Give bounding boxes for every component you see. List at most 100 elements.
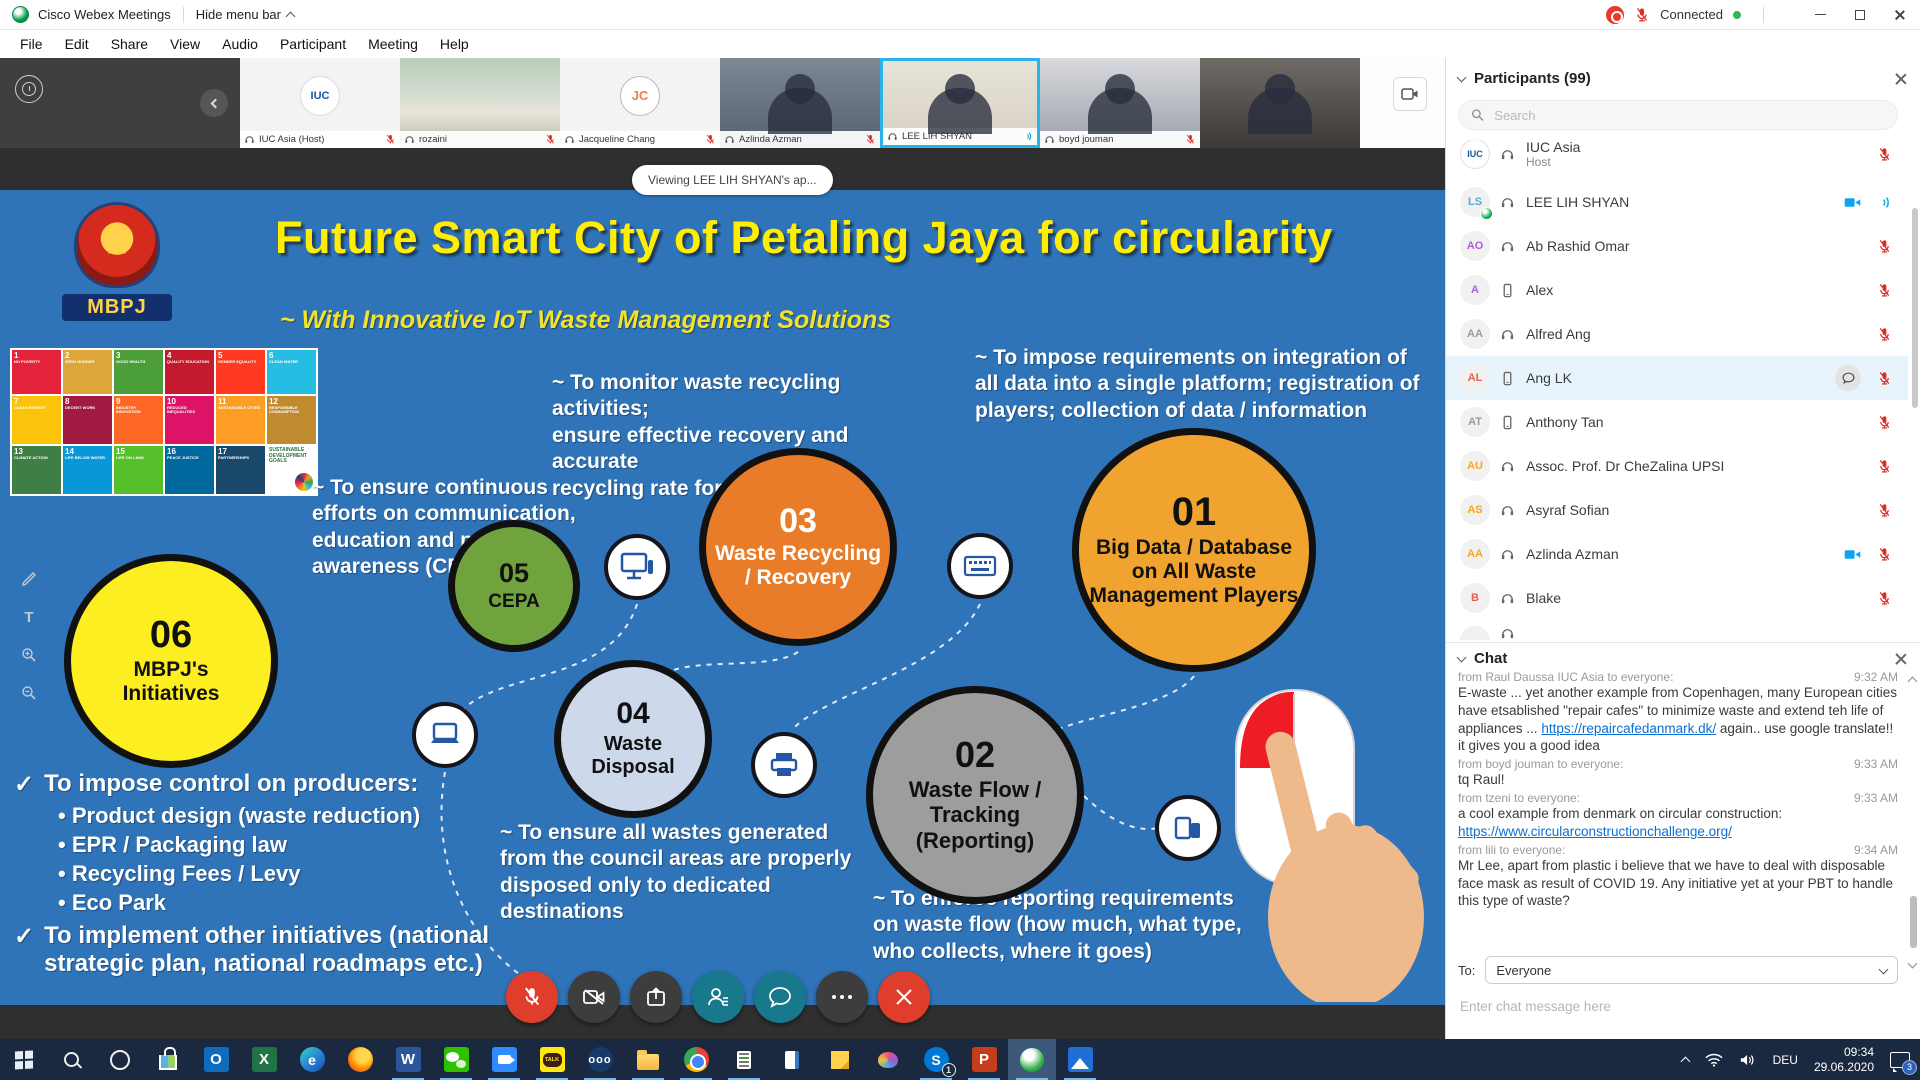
participant-name: Ab Rashid Omar bbox=[1526, 238, 1867, 254]
taskbar-icon-excel[interactable]: X bbox=[240, 1039, 288, 1080]
action-center-button[interactable]: 3 bbox=[1890, 1052, 1910, 1068]
menu-item[interactable]: Audio bbox=[212, 33, 268, 55]
chat-message: from Raul Daussa IUC Asia to everyone:9:… bbox=[1458, 670, 1898, 755]
video-thumbnail[interactable]: Azlinda Azman bbox=[720, 58, 880, 148]
taskbar-clock[interactable]: 09:34 29.06.2020 bbox=[1814, 1045, 1874, 1075]
participants-scrollbar[interactable] bbox=[1912, 208, 1918, 408]
mute-microphone-button[interactable] bbox=[506, 971, 558, 1023]
participant-row[interactable]: A Alex bbox=[1446, 268, 1908, 312]
participant-row[interactable]: AA Alfred Ang bbox=[1446, 312, 1908, 356]
message-link[interactable]: https://repaircafedanmark.dk/ bbox=[1541, 721, 1716, 736]
zoom-in-button[interactable] bbox=[18, 644, 40, 666]
menu-item[interactable]: Participant bbox=[270, 33, 356, 55]
chat-scrollbar[interactable] bbox=[1910, 896, 1917, 948]
participants-button[interactable] bbox=[692, 971, 744, 1023]
text-tool-button[interactable]: T bbox=[18, 606, 40, 628]
chat-scroll-down-button[interactable] bbox=[1909, 956, 1916, 974]
participant-row[interactable]: B Blake bbox=[1446, 576, 1908, 620]
chat-with-participant-button[interactable] bbox=[1835, 365, 1861, 391]
chevron-down-icon[interactable] bbox=[1457, 653, 1467, 663]
menu-item[interactable]: View bbox=[160, 33, 210, 55]
chat-message-input[interactable] bbox=[1458, 998, 1898, 1015]
participant-row[interactable]: AO Ab Rashid Omar bbox=[1446, 224, 1908, 268]
taskbar-icon-search[interactable] bbox=[48, 1039, 96, 1080]
participant-row[interactable]: AS Asyraf Sofian bbox=[1446, 488, 1908, 532]
taskbar-icon-cortana[interactable] bbox=[96, 1039, 144, 1080]
participant-search[interactable] bbox=[1458, 100, 1898, 130]
menu-item[interactable]: Edit bbox=[55, 33, 99, 55]
taskbar-icon-document-app[interactable] bbox=[768, 1039, 816, 1080]
participant-row[interactable]: AT Anthony Tan bbox=[1446, 400, 1908, 444]
taskbar-icon-nextcloud[interactable]: ooo bbox=[576, 1039, 624, 1080]
app-glyph bbox=[878, 1052, 898, 1068]
zoom-out-button[interactable] bbox=[18, 682, 40, 704]
participant-row[interactable]: AU Assoc. Prof. Dr CheZalina UPSI bbox=[1446, 444, 1908, 488]
participant-row[interactable] bbox=[1446, 620, 1908, 640]
menu-item[interactable]: Meeting bbox=[358, 33, 428, 55]
close-button[interactable] bbox=[1880, 0, 1920, 30]
chat-scroll-up-button[interactable] bbox=[1909, 672, 1916, 690]
taskbar-icon-word[interactable]: W bbox=[384, 1039, 432, 1080]
video-thumbnail[interactable]: JC Jacqueline Chang bbox=[560, 58, 720, 148]
menu-item[interactable]: File bbox=[10, 33, 53, 55]
chevron-down-icon bbox=[1879, 964, 1889, 974]
share-content-button[interactable] bbox=[630, 971, 682, 1023]
volume-icon[interactable] bbox=[1739, 1053, 1757, 1067]
participant-name: Ang LK bbox=[1526, 370, 1825, 386]
chat-button[interactable] bbox=[754, 971, 806, 1023]
video-thumbnail[interactable]: rozaini bbox=[400, 58, 560, 148]
app-glyph bbox=[785, 1051, 799, 1069]
taskbar-icon-webex[interactable] bbox=[1008, 1039, 1056, 1080]
taskbar-icon-powerpoint[interactable]: P bbox=[960, 1039, 1008, 1080]
taskbar-icon-start[interactable] bbox=[0, 1039, 48, 1080]
more-options-button[interactable] bbox=[816, 971, 868, 1023]
leave-meeting-button[interactable] bbox=[878, 971, 930, 1023]
participant-row[interactable]: IUC IUC Asia Host bbox=[1446, 140, 1908, 180]
close-chat-button[interactable] bbox=[1894, 652, 1908, 666]
muted-mic-icon bbox=[865, 134, 876, 145]
taskbar-icon-skype[interactable]: S1 bbox=[912, 1039, 960, 1080]
taskbar-icon-store[interactable] bbox=[144, 1039, 192, 1080]
menu-item[interactable]: Share bbox=[101, 33, 158, 55]
meeting-info-button[interactable] bbox=[15, 75, 43, 103]
camera-off-button[interactable] bbox=[568, 971, 620, 1023]
video-thumbnail[interactable] bbox=[1200, 58, 1360, 148]
sdg-tile: 8 Decent work bbox=[63, 396, 112, 444]
taskbar-icon-photos[interactable] bbox=[1056, 1039, 1104, 1080]
wifi-icon[interactable] bbox=[1705, 1053, 1723, 1067]
video-thumbnail[interactable]: LEE LIH SHYAN bbox=[880, 58, 1040, 148]
message-link[interactable]: https://www.circularconstructionchalleng… bbox=[1458, 823, 1898, 841]
participant-row[interactable]: AA Azlinda Azman bbox=[1446, 532, 1908, 576]
video-layout-button[interactable] bbox=[1393, 77, 1427, 111]
menu-item[interactable]: Help bbox=[430, 33, 479, 55]
taskbar-icon-outlook[interactable]: O bbox=[192, 1039, 240, 1080]
taskbar-icon-chrome[interactable] bbox=[672, 1039, 720, 1080]
taskbar-icon-paint[interactable] bbox=[864, 1039, 912, 1080]
minimize-button[interactable] bbox=[1800, 0, 1840, 30]
keyboard-language[interactable]: DEU bbox=[1773, 1053, 1798, 1067]
participant-row[interactable]: AL Ang LK bbox=[1446, 356, 1908, 400]
taskbar-icon-sticky-notes[interactable] bbox=[816, 1039, 864, 1080]
participant-row[interactable]: LS LEE LIH SHYAN bbox=[1446, 180, 1908, 224]
taskbar-icon-wechat[interactable] bbox=[432, 1039, 480, 1080]
taskbar-icon-edge[interactable]: e bbox=[288, 1039, 336, 1080]
annotate-pen-button[interactable] bbox=[18, 568, 40, 590]
recipient-select[interactable]: Everyone bbox=[1485, 956, 1898, 984]
maximize-button[interactable] bbox=[1840, 0, 1880, 30]
close-participants-button[interactable] bbox=[1894, 72, 1908, 86]
taskbar-icon-kakaotalk[interactable]: TALK bbox=[528, 1039, 576, 1080]
muted-mic-icon bbox=[1877, 239, 1892, 254]
taskbar-icon-file-explorer[interactable] bbox=[624, 1039, 672, 1080]
hide-menu-bar-button[interactable]: Hide menu bar bbox=[196, 7, 294, 22]
video-thumbnail[interactable]: boyd jouman bbox=[1040, 58, 1200, 148]
taskbar-icon-calculator[interactable] bbox=[720, 1039, 768, 1080]
chevron-down-icon[interactable] bbox=[1457, 73, 1467, 83]
scroll-thumbnails-left-button[interactable] bbox=[200, 89, 228, 117]
search-input[interactable] bbox=[1492, 107, 1885, 124]
message-sender: from tzeni to everyone: bbox=[1458, 791, 1580, 805]
show-hidden-icons-button[interactable] bbox=[1680, 1056, 1690, 1066]
webex-ball-badge-icon bbox=[1480, 207, 1493, 220]
taskbar-icon-firefox[interactable] bbox=[336, 1039, 384, 1080]
video-thumbnail[interactable]: IUC IUC Asia (Host) bbox=[240, 58, 400, 148]
taskbar-icon-zoom[interactable] bbox=[480, 1039, 528, 1080]
